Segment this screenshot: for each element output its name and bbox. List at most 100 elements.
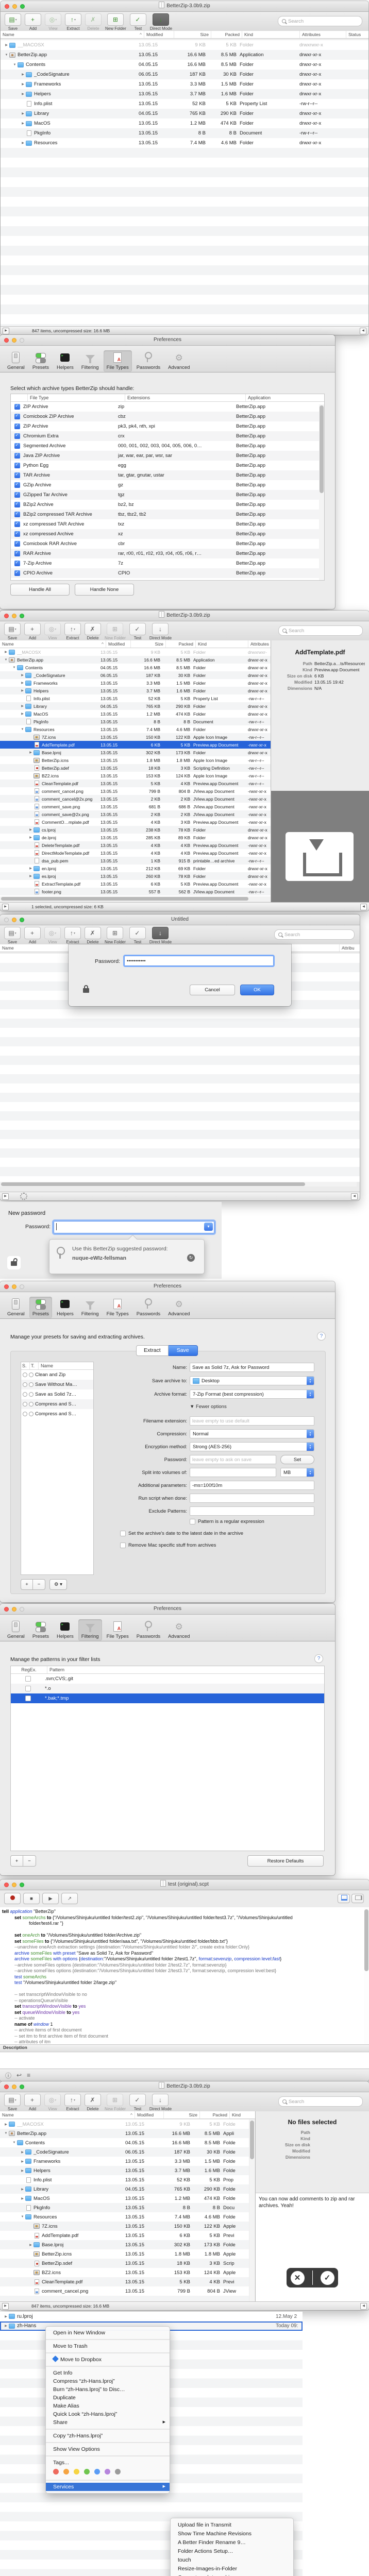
menu-item[interactable]: Get Info [46, 2369, 170, 2377]
column-header[interactable]: Extensions [125, 394, 245, 401]
table-row[interactable]: Helpers 13.05.15 3.7 MB 1.6 MB Folde [0, 2166, 249, 2175]
minimize-button[interactable] [12, 338, 16, 343]
table-row[interactable]: Resources 13.05.15 7.4 MB 4.6 MB Folder … [1, 138, 368, 148]
traffic-lights[interactable] [5, 4, 25, 9]
column-header[interactable]: Kind [229, 2111, 255, 2119]
filetype-row[interactable]: 7-Zip Archive 7z BetterZip.app [11, 558, 324, 568]
table-row[interactable]: comment_cancel@2x.png 13.05.15 2 KB 2 KB… [0, 795, 271, 803]
submenu-item[interactable]: Convert epub to mobi [171, 2573, 293, 2576]
handle-checkbox[interactable] [14, 443, 20, 449]
table-row[interactable]: Library 04.05.15 765 KB 290 KB Folder dr… [0, 702, 271, 710]
table-row[interactable]: comment_cancel.png 13.05.15 799 B 804 B … [0, 787, 271, 795]
filetype-row[interactable]: Chromium Extra crx BetterZip.app [11, 431, 324, 441]
handle-checkbox[interactable] [14, 570, 20, 576]
zoom-button[interactable] [20, 614, 24, 618]
preferences-tab[interactable]: ⚙ Advanced [165, 1297, 193, 1318]
save-radio[interactable] [23, 1372, 27, 1377]
filetype-row[interactable]: Segmented Archive 000, 001, 002, 003, 00… [11, 441, 324, 451]
disclosure-triangle[interactable] [20, 689, 25, 692]
segment-save[interactable]: Save [168, 1345, 198, 1356]
preset-name-field[interactable] [190, 1363, 314, 1372]
toolbar-button[interactable]: + Add [25, 13, 41, 31]
zoom-button[interactable] [20, 338, 24, 343]
table-row[interactable]: CleanTemplate.pdf 13.05.15 5 KB 4 KB Pre… [0, 2277, 249, 2286]
table-row[interactable]: CommentO…mplate.pdf 13.05.15 4 KB 3 KB P… [0, 818, 271, 826]
toolbar-button[interactable]: ✓ Test [129, 2094, 146, 2111]
help-button[interactable]: ? [317, 1332, 326, 1341]
toolbar-button[interactable]: ▤▾ Save [4, 927, 21, 944]
toolbar-button[interactable]: ✗ Delete [85, 13, 102, 31]
table-row[interactable]: es.lproj 13.05.15 260 KB 78 KB Folder dr… [0, 872, 271, 880]
list-icon[interactable]: ≡ [27, 2072, 30, 2079]
table-row[interactable]: dsa_pub.pem 13.05.15 1 KB 915 B printabl… [0, 857, 271, 865]
cancel-button[interactable]: Cancel [190, 985, 235, 995]
add-preset-button[interactable]: + [21, 1579, 33, 1590]
toolbar-radio[interactable] [29, 1372, 33, 1377]
archive-date-checkbox[interactable] [120, 1531, 126, 1536]
comment-save-icon[interactable]: ✓ [320, 2270, 334, 2285]
filetype-row[interactable]: Java ZIP Archive jar, war, ear, par, wsr… [11, 451, 324, 461]
combo-dropdown-button[interactable]: ▾ [204, 1223, 213, 1231]
preferences-tab[interactable]: Helpers [54, 1297, 77, 1318]
menu-item[interactable]: Show View Options [46, 2445, 170, 2453]
filter-row[interactable]: *.bak;*.tmp [11, 1693, 324, 1703]
menu-item[interactable] [46, 2480, 170, 2481]
table-row[interactable]: Library 04.05.15 765 KB 290 KB Folder dr… [1, 109, 368, 118]
disclosure-triangle[interactable] [3, 658, 9, 662]
column-header[interactable]: Modified [144, 31, 174, 38]
close-button[interactable] [4, 1607, 9, 1612]
menu-item[interactable] [46, 2455, 170, 2456]
stop-button[interactable]: ■ [23, 1893, 40, 1904]
filter-row[interactable]: *.o [11, 1684, 324, 1693]
table-row[interactable]: Contents 04.05.15 16.6 MB 8.5 MB Folde [0, 2138, 249, 2147]
table-row[interactable]: BetterZip.app 13.05.15 16.6 MB 8.5 MB Ap… [0, 2129, 249, 2138]
close-button[interactable] [5, 4, 9, 9]
toolbar-button[interactable]: + Add [24, 2094, 41, 2111]
toolbar-button[interactable]: + Add [24, 623, 41, 640]
split-field[interactable] [190, 1468, 276, 1477]
toolbar-button[interactable]: ✗ Delete [85, 927, 101, 944]
disclosure-triangle[interactable] [11, 2141, 17, 2144]
remove-pattern-button[interactable]: − [23, 1855, 36, 1867]
toolbar-button[interactable]: ↑▾ Extract [64, 2094, 81, 2111]
table-row[interactable]: Helpers 13.05.15 3.7 MB 1.6 MB Folder dr… [0, 687, 271, 694]
column-header[interactable]: Modified [106, 640, 130, 648]
column-header[interactable]: Status [346, 31, 368, 38]
menu-item[interactable]: Move to Trash [46, 2342, 170, 2350]
handle-checkbox[interactable] [14, 472, 20, 478]
disclosure-triangle[interactable] [20, 2169, 25, 2173]
preferences-tab[interactable]: Presets [29, 1297, 53, 1318]
table-row[interactable]: ExtractTemplate.pdf 13.05.15 6 KB 5 KB P… [0, 880, 271, 888]
disclosure-triangle[interactable] [20, 2215, 25, 2218]
comment-text[interactable]: You can now add comments to zip and rar … [256, 2193, 369, 2212]
toolbar-button[interactable]: ↑▾ Extract [65, 13, 81, 31]
table-row[interactable]: Info.plist 13.05.15 52 KB 5 KB Prop [0, 2175, 249, 2184]
preset-row[interactable]: Clean and Zip [21, 1370, 93, 1380]
submenu-item[interactable]: A Better Finder Rename 9… [171, 2538, 293, 2547]
handle-checkbox[interactable] [14, 482, 20, 488]
regex-checkbox[interactable] [25, 1696, 31, 1701]
menu-item[interactable]: Open in New Window [46, 2329, 170, 2337]
encryption-select[interactable]: Strong (AES-256) ▲ ▼ [190, 1442, 314, 1451]
help-button[interactable]: ? [314, 1654, 323, 1663]
toolbar-button[interactable]: ↓ Direct Mode [150, 13, 172, 31]
toolbar-button[interactable]: ↑▾ Extract [64, 623, 81, 640]
toolbar-button[interactable]: ↓ Direct Mode [149, 623, 172, 640]
search-input[interactable]: Search [278, 2096, 363, 2107]
column-header[interactable]: File Type [27, 394, 125, 401]
tag-color-dot[interactable] [63, 2469, 69, 2475]
table-row[interactable]: _CodeSignature 06.05.15 187 KB 30 KB Fol… [1, 70, 368, 79]
column-header[interactable]: Application [245, 394, 324, 401]
column-header[interactable]: Name [0, 2111, 135, 2119]
zoom-button[interactable] [20, 2084, 24, 2089]
compile-button[interactable]: ↗ [61, 1893, 78, 1904]
disclosure-triangle[interactable] [3, 2324, 9, 2328]
comment-cancel-icon[interactable]: ✕ [290, 2270, 305, 2285]
preferences-tab[interactable]: Filtering [78, 350, 102, 372]
disclosure-triangle[interactable] [11, 666, 17, 669]
table-row[interactable]: PkgInfo 13.05.15 8 B 8 B Document -rw-r-… [1, 128, 368, 138]
disclosure-triangle[interactable] [20, 122, 26, 125]
filetype-row[interactable]: Comicbook RAR Archive cbr BetterZip.app [11, 539, 324, 549]
finder-row[interactable]: ru.lproj 12.May 2 [0, 2312, 303, 2321]
menu-item[interactable]: Move to Dropbox [46, 2355, 170, 2364]
